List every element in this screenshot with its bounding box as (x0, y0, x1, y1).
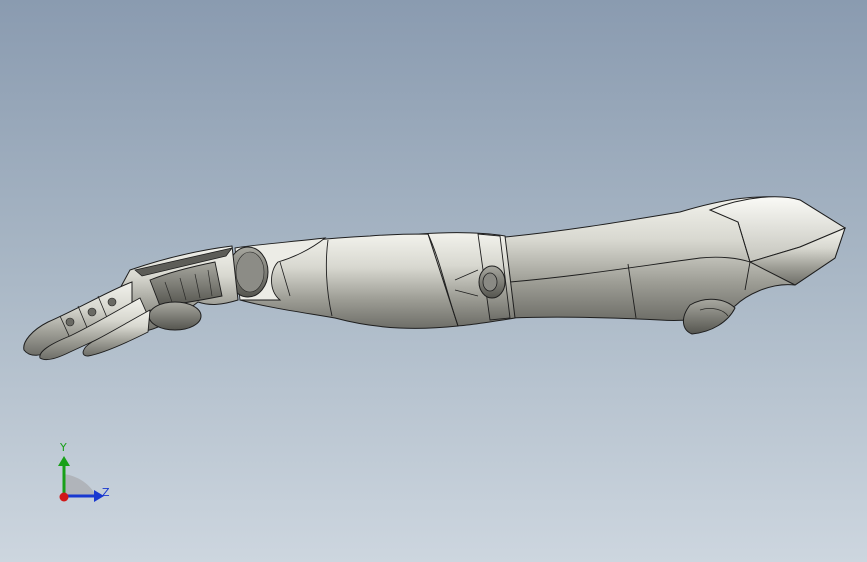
forearm (227, 233, 459, 329)
hand (23, 245, 239, 361)
graphics-viewport[interactable]: Y Z (0, 0, 867, 562)
upper-arm (494, 196, 847, 335)
triad-plane-wedge (64, 474, 96, 496)
z-axis-label: Z (102, 486, 110, 499)
orientation-triad: Y Z (48, 440, 128, 510)
y-axis-label: Y (60, 441, 67, 454)
robotic-arm-model[interactable] (0, 0, 867, 562)
x-axis-dot (59, 492, 69, 502)
